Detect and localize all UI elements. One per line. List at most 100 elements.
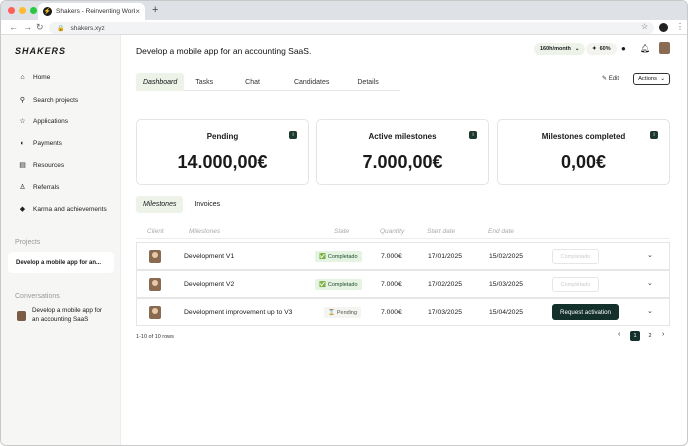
end-date: 15/02/2025 bbox=[489, 253, 524, 260]
reload-icon[interactable]: ↻ bbox=[36, 22, 44, 33]
edit-label: Edit bbox=[608, 76, 620, 82]
chevron-down-icon: ⌄ bbox=[660, 76, 665, 82]
conversation-title: Develop a mobile app for an accounting Sa… bbox=[32, 307, 102, 324]
active-milestones-card: Active milestones 7.000,00€ i bbox=[316, 119, 489, 185]
tab-invoices[interactable]: Invoices bbox=[187, 196, 227, 213]
tab-tasks[interactable]: Tasks bbox=[188, 73, 220, 91]
sidebar-item-search-projects[interactable]: ⚲ Search projects bbox=[18, 96, 79, 105]
sidebar-item-resources[interactable]: ▤ Resources bbox=[18, 161, 64, 170]
subtabs: Milestones Invoices bbox=[136, 196, 227, 213]
pencil-icon: ✎ bbox=[602, 76, 608, 82]
chat-icon[interactable]: ● bbox=[621, 44, 626, 53]
table-row[interactable]: Development V2 ✅ Completado 7.000€ 17/02/… bbox=[136, 270, 670, 298]
sidebar-item-label: Karma and achievements bbox=[33, 205, 107, 213]
info-icon[interactable]: i bbox=[289, 131, 297, 139]
sidebar-item-label: Home bbox=[33, 74, 51, 81]
milestone-name: Development V1 bbox=[184, 253, 235, 260]
card-title: Pending bbox=[206, 132, 239, 141]
url-text: shakers.xyz bbox=[70, 24, 105, 32]
request-activation-button[interactable]: Request activation bbox=[552, 304, 619, 320]
end-date: 15/04/2025 bbox=[489, 309, 524, 316]
next-page-icon[interactable]: › bbox=[662, 331, 664, 338]
bell-icon[interactable]: 🔔︎ bbox=[640, 44, 650, 53]
milestones-completed-card: Milestones completed 0,00€ i bbox=[497, 119, 670, 185]
address-bar: ← → ↻ 🔒 shakers.xyz ☆ ⋮ bbox=[1, 20, 687, 35]
browser-menu-icon[interactable]: ⋮ bbox=[676, 22, 684, 31]
logo[interactable]: SHAKERS bbox=[15, 46, 66, 56]
table-row[interactable]: Development V1 ✅ Completado 7.000€ 17/01/… bbox=[136, 242, 670, 270]
conversation-line: an accounting SaaS bbox=[32, 315, 89, 323]
project-item[interactable]: Develop a mobile app for an... bbox=[8, 252, 114, 273]
maximize-window-button[interactable] bbox=[30, 7, 37, 14]
completed-button[interactable]: Completado bbox=[552, 249, 599, 264]
minimize-window-button[interactable] bbox=[19, 7, 26, 14]
forward-icon[interactable]: → bbox=[23, 22, 32, 32]
avatar bbox=[149, 250, 161, 263]
sidebar-item-label: Search projects bbox=[33, 96, 79, 104]
sidebar: SHAKERS ⌂ Home ⚲ Search projects ☆ Applicat… bbox=[1, 35, 121, 445]
pending-card: Pending 14.000,00€ i bbox=[136, 119, 309, 185]
tab-bar: ⚡ Shakers - Reinventing Work × + bbox=[1, 1, 687, 20]
check-icon: ✅ bbox=[319, 281, 326, 288]
browser-tab[interactable]: ⚡ Shakers - Reinventing Work × bbox=[38, 3, 145, 20]
status-label: Completado bbox=[327, 281, 358, 288]
chevron-down-icon: ⌄ bbox=[574, 46, 580, 52]
prev-page-icon[interactable]: ‹ bbox=[618, 331, 620, 338]
quantity: 7.000€ bbox=[381, 309, 402, 316]
completed-button[interactable]: Completado bbox=[552, 277, 599, 292]
conversation-item[interactable]: Develop a mobile app for an accounting Sa… bbox=[17, 307, 102, 324]
conversation-line: Develop a mobile app for bbox=[32, 307, 103, 314]
actions-button[interactable]: Actions ⌄ bbox=[633, 73, 670, 85]
conversations-heading: Conversations bbox=[15, 293, 60, 300]
home-icon: ⌂ bbox=[20, 74, 25, 81]
sidebar-item-home[interactable]: ⌂ Home bbox=[18, 74, 50, 81]
status-badge: ⌛ Pending bbox=[324, 307, 362, 318]
actions-label: Actions bbox=[638, 76, 658, 82]
chevron-down-icon[interactable]: ⌄ bbox=[647, 251, 653, 259]
profile-icon[interactable] bbox=[659, 23, 668, 32]
close-window-button[interactable] bbox=[8, 7, 15, 14]
sidebar-item-referrals[interactable]: ♙ Referrals bbox=[18, 183, 59, 192]
karma-badge[interactable]: ✦ 60% bbox=[586, 43, 617, 55]
hourglass-icon: ⌛ bbox=[328, 309, 335, 316]
tab-dashboard[interactable]: Dashboard bbox=[136, 73, 185, 91]
chevron-down-icon[interactable]: ⌄ bbox=[647, 307, 653, 315]
tab-milestones[interactable]: Milestones bbox=[136, 196, 184, 213]
karma-value: 60% bbox=[599, 46, 611, 52]
avatar[interactable] bbox=[659, 42, 670, 54]
main-content: Develop a mobile app for an accounting S… bbox=[122, 35, 687, 445]
sidebar-item-applications[interactable]: ☆ Applications bbox=[18, 117, 68, 126]
page-1-button[interactable]: 1 bbox=[630, 331, 640, 341]
edit-button[interactable]: ✎ Edit bbox=[602, 75, 619, 82]
card-title: Active milestones bbox=[368, 132, 437, 141]
back-icon[interactable]: ← bbox=[9, 22, 18, 32]
pagination-summary: 1-10 of 10 rows bbox=[136, 334, 174, 340]
hours-dropdown[interactable]: 160h/month ⌄ bbox=[534, 43, 586, 55]
star-icon: ☆ bbox=[19, 118, 26, 125]
close-tab-icon[interactable]: × bbox=[135, 7, 140, 16]
tab-candidates[interactable]: Candidates bbox=[287, 73, 336, 91]
table-row[interactable]: Development improvement up to V3 ⌛ Pendin… bbox=[136, 298, 670, 326]
new-tab-icon[interactable]: + bbox=[152, 4, 158, 16]
chevron-down-icon[interactable]: ⌄ bbox=[647, 279, 653, 287]
column-header: Quantity bbox=[380, 228, 405, 235]
column-header: State bbox=[334, 228, 350, 235]
sidebar-item-label: Payments bbox=[33, 140, 62, 147]
sidebar-item-payments[interactable]: ◐ Payments bbox=[18, 140, 62, 147]
milestone-name: Development V2 bbox=[184, 281, 235, 288]
milestone-name: Development improvement up to V3 bbox=[184, 309, 293, 316]
projects-heading: Projects bbox=[15, 239, 41, 246]
sidebar-item-karma[interactable]: ◆ Karma and achievements bbox=[18, 205, 107, 214]
sparkle-icon: ✦ bbox=[592, 46, 597, 52]
info-icon[interactable]: i bbox=[650, 131, 658, 139]
tab-chat[interactable]: Chat bbox=[238, 73, 267, 91]
info-icon[interactable]: i bbox=[469, 131, 477, 139]
url-field[interactable]: 🔒 shakers.xyz bbox=[49, 22, 654, 34]
tab-details[interactable]: Details bbox=[350, 73, 385, 91]
card-value: 7.000,00€ bbox=[362, 152, 443, 172]
page-2-button[interactable]: 2 bbox=[645, 331, 655, 341]
start-date: 17/03/2025 bbox=[428, 309, 463, 316]
status-badge: ✅ Completado bbox=[315, 251, 362, 262]
coin-icon: ◐ bbox=[20, 140, 25, 147]
bookmark-star-icon[interactable]: ☆ bbox=[641, 22, 648, 31]
